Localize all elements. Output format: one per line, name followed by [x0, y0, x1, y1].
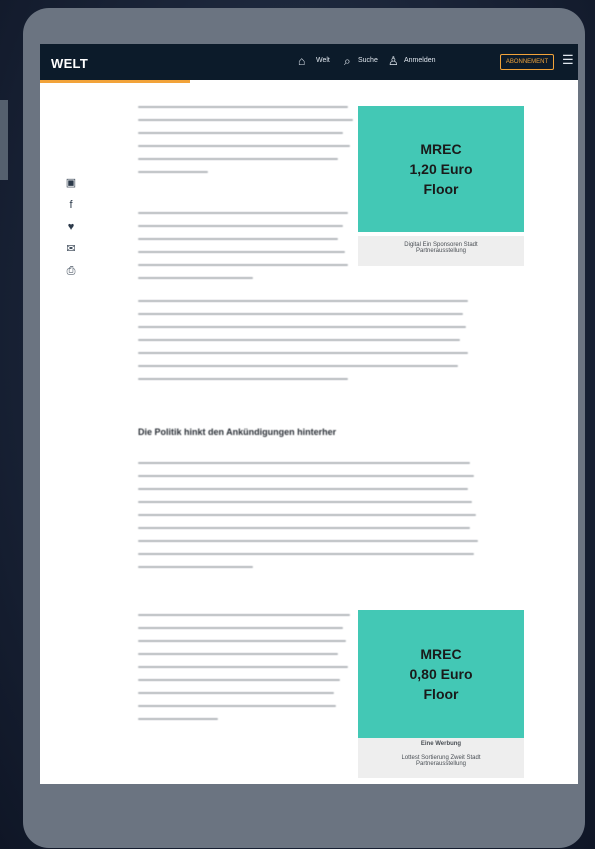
header-accent-bar [40, 80, 190, 83]
mail-icon[interactable]: ✉ [64, 242, 78, 256]
ad-floor: Floor [423, 686, 459, 702]
mrec-ad-top[interactable]: MREC 1,20 Euro Floor [358, 106, 524, 232]
article-paragraph [138, 106, 353, 184]
site-header: WELT ⌂ Welt ⌕ Suche ♙ Anmelden ABONNEMEN… [40, 44, 578, 80]
nav-item-anmelden[interactable]: Anmelden [404, 57, 436, 64]
tablet-frame: WELT ⌂ Welt ⌕ Suche ♙ Anmelden ABONNEMEN… [23, 8, 585, 848]
site-logo[interactable]: WELT [51, 56, 88, 71]
browser-screen: WELT ⌂ Welt ⌕ Suche ♙ Anmelden ABONNEMEN… [40, 44, 578, 784]
print-icon[interactable]: ⎙ [64, 264, 78, 278]
section-heading: Die Politik hinkt den Ankündigungen hint… [138, 427, 337, 437]
ad-title: MREC [420, 141, 462, 157]
article-paragraph [138, 300, 468, 391]
mrec-ad-bottom[interactable]: MREC 0,80 Euro Floor [358, 610, 524, 738]
share-bar: ▣ f ♥ ✉ ⎙ [64, 176, 80, 286]
ad-floor: Floor [423, 181, 459, 197]
user-icon[interactable]: ♙ [388, 54, 399, 68]
article-paragraph [138, 212, 353, 290]
nav-item-welt[interactable]: Welt [316, 57, 330, 64]
article-paragraph [138, 614, 353, 731]
menu-icon[interactable]: ☰ [562, 52, 574, 68]
ad-caption: Lottest Sortierung Zweit Stadt Partnerau… [358, 750, 524, 778]
home-icon[interactable]: ⌂ [298, 54, 305, 68]
facebook-icon[interactable]: f [64, 198, 78, 212]
background-panel [0, 100, 8, 180]
ad-caption: Digital Ein Sponsoren Stadt Partnerausst… [358, 236, 524, 266]
ad-price: 1,20 Euro [409, 161, 473, 177]
article-paragraph [138, 462, 478, 579]
nav-item-suche[interactable]: Suche [358, 57, 378, 64]
save-icon[interactable]: ▣ [64, 176, 78, 190]
subscribe-button[interactable]: ABONNEMENT [500, 54, 554, 70]
ad-title: MREC [420, 646, 462, 662]
search-icon[interactable]: ⌕ [344, 54, 351, 69]
ad-caption-top: Eine Werbung [358, 738, 524, 750]
twitter-icon[interactable]: ♥ [64, 220, 78, 234]
ad-price: 0,80 Euro [409, 666, 473, 682]
